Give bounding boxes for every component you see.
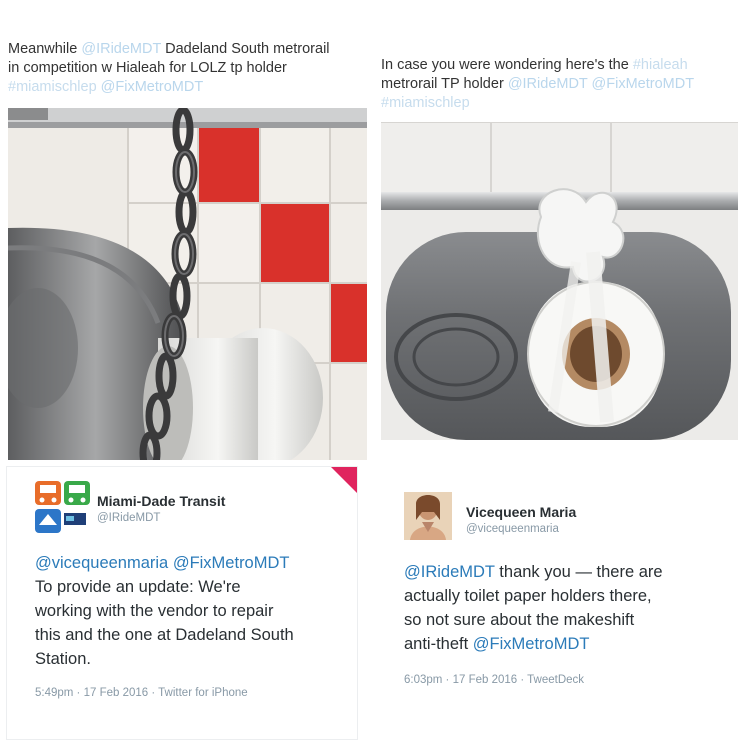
heart-icon[interactable]: ♥ (331, 467, 357, 506)
avatar[interactable] (404, 492, 452, 540)
text-segment: metrorail TP holder (381, 76, 508, 92)
photo-bagged-tp-art (373, 121, 745, 440)
body-line: Station. (35, 650, 91, 668)
hashtag-link[interactable]: #miamischlep (381, 95, 470, 111)
tweet-top-left-text: Meanwhile @IRideMDT Dadeland South metro… (8, 40, 368, 97)
body-line: To provide an update: We're (35, 578, 241, 596)
display-name[interactable]: Miami-Dade Transit (97, 493, 225, 509)
tweet-top-left: Meanwhile @IRideMDT Dadeland South metro… (0, 0, 372, 460)
hashtag-link[interactable]: #hialeah (633, 57, 688, 73)
tweet-card-mdt: ♥ Miami-Dade Transit @IRideMDT @vicequee… (6, 466, 358, 740)
display-name[interactable]: Vicequeen Maria (466, 504, 576, 520)
text-segment: thank you — there are (494, 563, 663, 581)
tweet-card-vicequeen: Vicequeen Maria @vicequeenmaria @IRideMD… (368, 476, 738, 738)
avatar-art (35, 481, 90, 533)
mention-link[interactable]: @FixMetroMDT (588, 76, 695, 92)
photo-bagged-tp[interactable] (373, 121, 745, 440)
photo-chained-tp[interactable] (0, 106, 371, 460)
text-line: in competition w Hialeah for LOLZ tp hol… (8, 60, 287, 76)
text-segment: Meanwhile (8, 41, 82, 57)
body-line: this and the one at Dadeland South (35, 626, 294, 644)
user-handle[interactable]: @vicequeenmaria (466, 523, 559, 535)
user-handle[interactable]: @IRideMDT (97, 512, 160, 524)
tweet-timestamp[interactable]: 6:03pm · 17 Feb 2016 · TweetDeck (404, 674, 584, 686)
body-line: working with the vendor to repair (35, 602, 274, 620)
tweet-body: @vicequeenmaria @FixMetroMDT To provide … (35, 551, 355, 671)
body-line: actually toilet paper holders there, (404, 587, 652, 605)
tweet-top-right-text: In case you were wondering here's the #h… (381, 56, 739, 113)
text-segment: anti-theft (404, 635, 473, 653)
mention-link[interactable]: @FixMetroMDT (473, 635, 590, 653)
mention-link[interactable]: @FixMetroMDT (97, 79, 204, 95)
tweet-timestamp[interactable]: 5:49pm · 17 Feb 2016 · Twitter for iPhon… (35, 687, 248, 699)
body-line: so not sure about the makeshift (404, 611, 635, 629)
tweet-top-right: In case you were wondering here's the #h… (373, 0, 745, 460)
text-segment: In case you were wondering here's the (381, 57, 633, 73)
avatar-photo (404, 492, 452, 540)
tweet-body: @IRideMDT thank you — there are actually… (404, 560, 734, 656)
photo-chained-tp-art (0, 106, 371, 460)
mention-link[interactable]: @IRideMDT (404, 563, 495, 581)
mentions-line[interactable]: @vicequeenmaria @FixMetroMDT (35, 551, 355, 575)
mention-link[interactable]: @IRideMDT (508, 76, 588, 92)
hashtag-link[interactable]: #miamischlep (8, 79, 97, 95)
avatar[interactable] (35, 481, 91, 535)
mention-link[interactable]: @IRideMDT (81, 41, 161, 57)
text-segment: Dadeland South metrorail (161, 41, 330, 57)
